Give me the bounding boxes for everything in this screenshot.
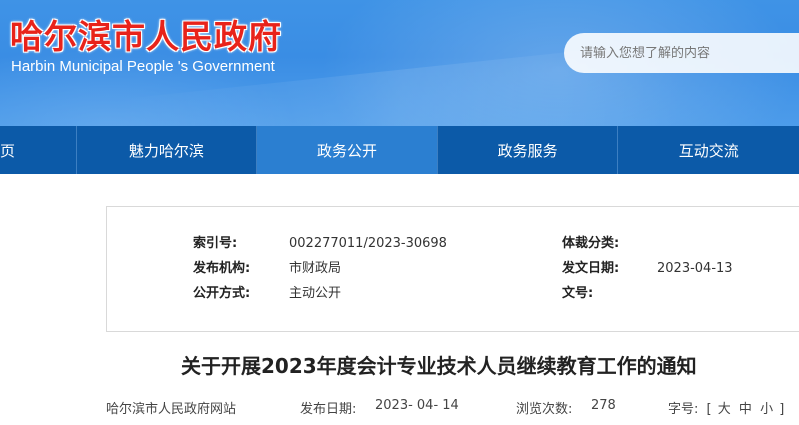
nav-item-charm-harbin[interactable]: 魅力哈尔滨 <box>77 126 258 174</box>
article-title-text: 关于开展2023年度会计专业技术人员继续教育工作的通知 <box>181 354 697 378</box>
publish-date-value: 2023- 04- 14 <box>375 398 459 413</box>
nav-item-home[interactable]: 页 <box>0 126 77 174</box>
font-small-button[interactable]: 小 <box>758 402 775 417</box>
views-count: 278 <box>591 398 616 413</box>
source-site: 哈尔滨市人民政府网站 <box>106 402 237 417</box>
font-size-label: 字号: <box>668 402 699 417</box>
search-box[interactable] <box>564 33 799 73</box>
nav-item-interaction[interactable]: 互动交流 <box>618 126 799 174</box>
site-subtitle: Harbin Municipal People 's Government <box>11 58 275 75</box>
publish-date-label: 发布日期: <box>300 402 357 417</box>
nav-item-label: 页 <box>0 141 16 160</box>
doc-date-label: 发文日期: <box>562 261 620 276</box>
nav-item-gov-services[interactable]: 政务服务 <box>438 126 619 174</box>
nav-item-label: 政务公开 <box>316 141 377 160</box>
open-mode-value: 主动公开 <box>289 286 342 301</box>
article-meta-row: 哈尔滨市人民政府网站 发布日期: 2023- 04- 14 浏览次数: 278 … <box>106 398 799 420</box>
info-row-index: 索引号: 002277011/2023-30698 体裁分类: <box>107 234 799 254</box>
site-title[interactable]: 哈尔滨市人民政府 <box>10 10 282 58</box>
nav-item-label: 魅力哈尔滨 <box>128 141 204 160</box>
open-mode-label: 公开方式: <box>193 286 251 301</box>
doc-date-value: 2023-04-13 <box>657 261 733 276</box>
document-info-box: 索引号: 002277011/2023-30698 体裁分类: 发布机构: 市财… <box>106 206 799 332</box>
info-row-publisher: 发布机构: 市财政局 发文日期: 2023-04-13 <box>107 259 799 279</box>
nav-item-gov-affairs-open[interactable]: 政务公开 <box>257 126 438 174</box>
font-size-control: 字号: [ 大 中 小 ] <box>668 398 784 417</box>
font-large-button[interactable]: 大 <box>716 402 733 417</box>
category-label: 体裁分类: <box>562 236 620 251</box>
font-bracket-open: [ <box>706 402 712 417</box>
publisher-label: 发布机构: <box>193 261 251 276</box>
views-label: 浏览次数: <box>516 402 573 417</box>
index-value: 002277011/2023-30698 <box>289 236 447 251</box>
font-medium-button[interactable]: 中 <box>737 402 754 417</box>
font-bracket-close: ] <box>779 402 785 417</box>
nav-item-label: 互动交流 <box>678 141 739 160</box>
publisher-value: 市财政局 <box>289 261 342 276</box>
header-banner: 哈尔滨市人民政府 Harbin Municipal People 's Gove… <box>0 0 799 126</box>
main-nav: 页 魅力哈尔滨 政务公开 政务服务 互动交流 <box>0 126 799 174</box>
nav-item-label: 政务服务 <box>497 141 558 160</box>
search-input[interactable] <box>580 45 790 61</box>
info-row-open-mode: 公开方式: 主动公开 文号: <box>107 284 799 304</box>
index-label: 索引号: <box>193 236 238 251</box>
doc-no-label: 文号: <box>562 286 594 301</box>
